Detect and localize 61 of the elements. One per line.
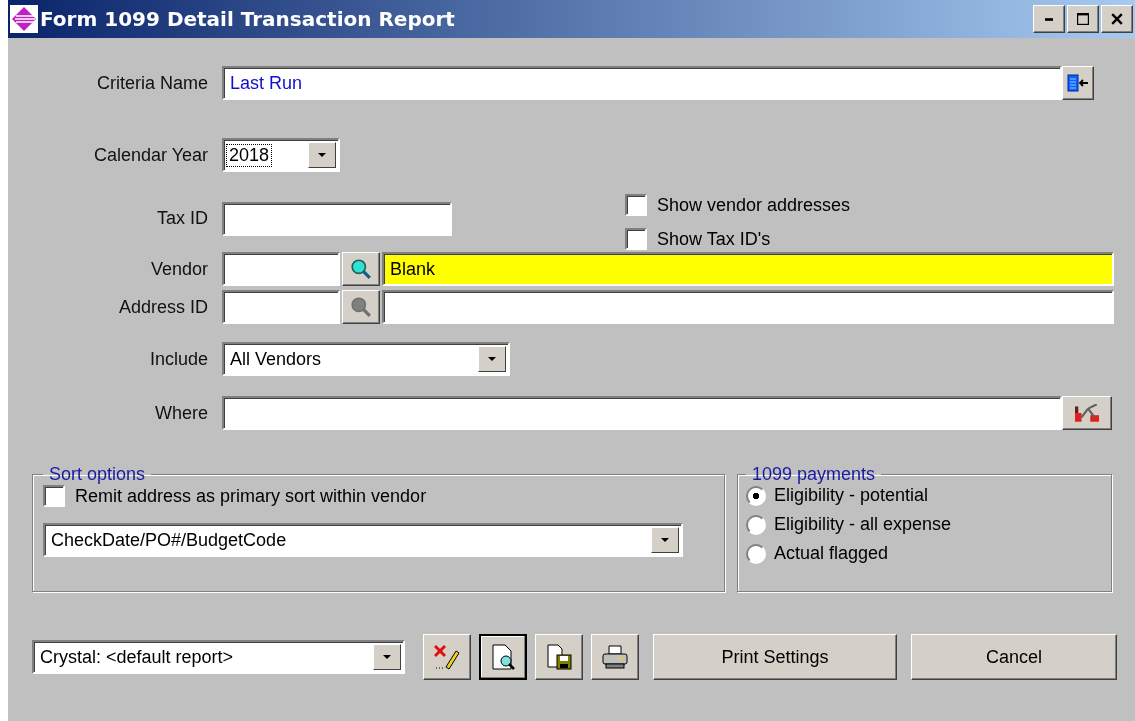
minimize-icon [1045,17,1053,21]
field-label: Where [154,402,208,424]
dropdown-arrow-icon [661,538,669,542]
group-title: 1099 payments [751,464,877,485]
search-button[interactable] [342,252,380,286]
checkbox-label: Remit address as primary sort within vendor [75,485,427,507]
address-id-field[interactable] [222,290,340,324]
search-icon [350,296,372,318]
criteria-name-field[interactable]: Last Run [222,66,1062,100]
vendor-name-field[interactable]: Blank [382,252,1114,286]
search-icon [350,258,372,280]
list-arrow-icon [1066,74,1090,92]
radio-button[interactable] [746,543,766,564]
field-label: Include [148,348,208,370]
checkbox[interactable] [625,228,647,250]
maximize-button[interactable] [1067,5,1099,33]
cancel-button[interactable]: Cancel [911,634,1117,680]
year-dropdown[interactable]: 2018 [222,138,340,172]
page-magnifier-icon [491,644,515,670]
field-label: Criteria Name [95,72,208,94]
print-button[interactable] [591,634,639,680]
dropdown-arrow-icon [488,357,496,361]
dropdown-arrow-icon [383,655,391,659]
app-icon [10,5,38,33]
where-field[interactable] [222,396,1062,430]
query-builder-button[interactable] [1062,396,1112,430]
dropdown-arrow-icon [318,153,326,157]
blocks-icon [1075,404,1099,422]
checkbox[interactable] [43,485,65,507]
field-label: Calendar Year [92,144,208,166]
preview-button[interactable] [479,634,527,680]
minimize-button[interactable] [1033,5,1065,33]
clear-button[interactable] [423,634,471,680]
close-icon [1111,13,1123,25]
radio-label: Actual flagged [774,543,889,564]
checkbox-label: Show Tax ID's [657,228,771,250]
group-title: Sort options [48,464,147,485]
report-dropdown[interactable]: Crystal: <default report> [32,640,405,674]
field-label: Tax ID [156,208,208,229]
cross-pencil-icon [434,644,460,670]
radio-label: Eligibility - all expense [774,514,952,535]
print-settings-button[interactable]: Print Settings [653,634,897,680]
checkbox[interactable] [625,194,647,216]
window-title: Form 1099 Detail Transaction Report [40,7,455,31]
export-button[interactable] [535,634,583,680]
include-dropdown[interactable]: All Vendors [222,342,510,376]
field-label: Address ID [117,296,208,318]
tax-id-field[interactable] [222,202,452,236]
close-button[interactable] [1101,5,1133,33]
radio-button[interactable] [746,485,766,506]
page-floppy-icon [546,644,572,670]
maximize-icon [1077,13,1089,25]
sort-order-dropdown[interactable]: CheckDate/PO#/BudgetCode [43,523,683,557]
criteria-list-button[interactable] [1062,66,1094,100]
printer-icon [602,645,628,669]
checkbox-label: Show vendor addresses [657,194,851,216]
radio-button[interactable] [746,514,766,535]
vendor-field[interactable] [222,252,340,286]
radio-label: Eligibility - potential [774,485,929,506]
field-label: Vendor [149,258,208,280]
address-field[interactable] [382,290,1114,324]
